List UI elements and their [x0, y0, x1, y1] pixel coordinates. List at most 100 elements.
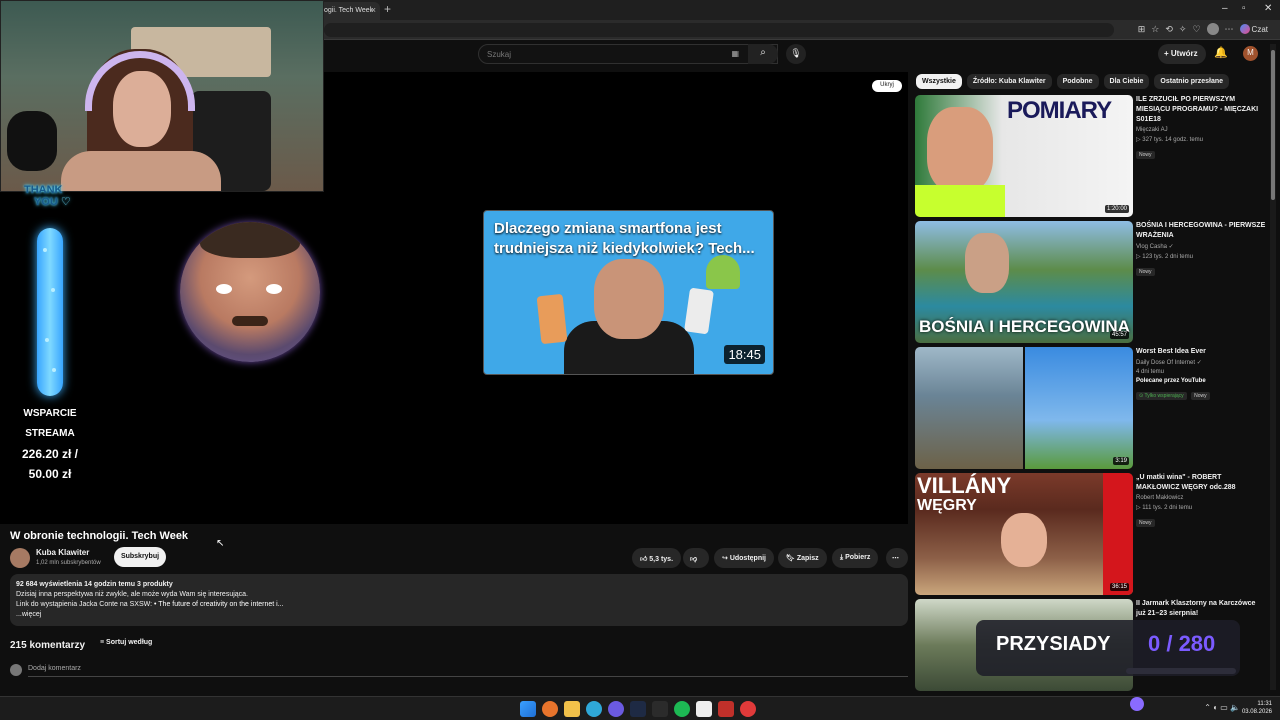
recommendation-title[interactable]: „U matki wina" - ROBERT MAKŁOWICZ WĘGRY …	[1136, 473, 1266, 493]
search-input[interactable]: Szukaj ▦	[478, 44, 778, 64]
minimize-icon[interactable]: –	[1222, 3, 1228, 14]
channel-avatar[interactable]	[10, 548, 30, 568]
recommendation-item[interactable]: VILLÁNY WĘGRY 36:15 „U matki wina" - ROB…	[915, 473, 1270, 595]
duration-badge: 36:15	[1109, 583, 1129, 591]
puzzle-icon[interactable]: ✧	[1179, 24, 1187, 35]
recommendation-meta: ▷ 111 tys. 2 dni temu	[1136, 505, 1193, 511]
download-button[interactable]: ⤓ Pobierz	[832, 548, 879, 568]
chip-similar[interactable]: Podobne	[1056, 74, 1099, 89]
save-button[interactable]: 🔖︎ Zapisz	[778, 548, 827, 568]
recommendation-title[interactable]: II Jarmark Klasztorny na Karczówce już 2…	[1136, 599, 1266, 619]
steam-icon[interactable]	[630, 701, 646, 717]
chip-source[interactable]: Źródło: Kuba Klawiter	[966, 74, 1052, 89]
thumbnail-text: VILLÁNY	[917, 473, 1012, 498]
clock-time: 11:31	[1257, 701, 1272, 707]
chat-label: Czat	[1251, 24, 1268, 34]
description-link[interactable]: • The future of creativity on the intern…	[154, 601, 284, 608]
android-logo	[706, 255, 740, 289]
voice-search-button[interactable]: 🎙	[786, 44, 806, 64]
thumb-right-panel	[1025, 347, 1133, 469]
recommendation-title[interactable]: BOŚNIA I HERCEGOWINA - PIERWSZE WRAŻENIA	[1136, 221, 1266, 241]
profile-avatar[interactable]	[1206, 23, 1219, 35]
keyboard-icon[interactable]: ▦	[731, 49, 739, 58]
menu-icon[interactable]: ⋯	[1225, 24, 1234, 35]
share-button[interactable]: ↪ Udostępnij	[714, 548, 774, 568]
mustache	[232, 316, 268, 326]
windows-taskbar: ⌃ ◐ ▭ 🔈 11:31 03.08.2026	[0, 696, 1280, 720]
obs-icon[interactable]	[740, 701, 756, 717]
recommendation-item[interactable]: POMIARY 1:20:00 ILE ZRZUCIŁ PO PIERWSZYM…	[915, 95, 1270, 217]
clock[interactable]: 11:31 03.08.2026	[1242, 700, 1272, 716]
extension-icon[interactable]: ⟲	[1165, 24, 1173, 35]
recommendation-channel[interactable]: Vlog Casha ✓	[1136, 243, 1266, 250]
description-box[interactable]: 92 684 wyświetlenia 14 godzin temu 3 pro…	[10, 574, 908, 626]
recommendation-channel[interactable]: Robert Makłowicz	[1136, 495, 1266, 501]
discord-icon[interactable]	[608, 701, 624, 717]
add-comment-input[interactable]: Dodaj komentarz	[28, 665, 81, 672]
close-window-icon[interactable]: ✕	[1264, 3, 1272, 14]
calendar-icon[interactable]	[718, 701, 734, 717]
new-tab-button[interactable]: +	[384, 2, 391, 16]
duration-badge: 45:57	[1109, 331, 1129, 339]
show-more-link[interactable]: ...więcej	[16, 610, 902, 620]
new-badge: Nowy	[1191, 392, 1210, 400]
hide-button[interactable]: Ukryj	[872, 80, 902, 92]
system-tray[interactable]: ⌃ ◐ ▭ 🔈	[1204, 703, 1240, 712]
more-actions-button[interactable]: ⋯	[886, 548, 908, 568]
recommendation-item[interactable]: 3:19 Worst Best Idea Ever Daily Dose Of …	[915, 347, 1270, 469]
spotify-icon[interactable]	[674, 701, 690, 717]
scrollbar-thumb[interactable]	[1271, 50, 1275, 200]
close-tab-icon[interactable]: ×	[371, 5, 376, 15]
search-button[interactable]: ⌕	[748, 44, 778, 64]
recommendation-info: ILE ZRZUCIŁ PO PIERWSZYM MIESIĄCU PROGRA…	[1136, 95, 1266, 161]
star-icon[interactable]: ☆	[1151, 24, 1159, 35]
search-placeholder: Szukaj	[487, 50, 512, 59]
description-line: Link do wystąpienia Jacka Conte na SXSW:…	[16, 600, 902, 610]
sort-button[interactable]: ≡ Sortuj według	[100, 639, 152, 646]
chip-for-you[interactable]: Dla Ciebie	[1103, 74, 1150, 89]
subscribe-button[interactable]: Subskrybuj	[114, 547, 166, 567]
description-link-intro: Link do wystąpienia Jacka Conte na SXSW:	[16, 601, 153, 608]
recommendation-title[interactable]: ILE ZRZUCIŁ PO PIERWSZYM MIESIĄCU PROGRA…	[1136, 95, 1266, 125]
thumbnail[interactable]: POMIARY 1:20:00	[915, 95, 1133, 217]
eye	[266, 284, 282, 294]
mic-icon: 🎙	[790, 48, 802, 58]
firefox-icon[interactable]	[542, 701, 558, 717]
bell-icon[interactable]: 🔔	[1214, 46, 1228, 59]
channel-name[interactable]: Kuba Klawiter	[36, 548, 89, 557]
like-button[interactable]: 👍︎ 5,3 tys.	[632, 548, 682, 568]
thumb-face	[965, 233, 1009, 293]
comments-count: 215 komentarzy	[10, 640, 86, 651]
recommendation-channel[interactable]: Mięczaki AJ	[1136, 127, 1266, 133]
edge-icon[interactable]	[586, 701, 602, 717]
browser-tab-active[interactable]: ogii. Tech Week ×	[318, 2, 380, 20]
body	[61, 151, 221, 191]
terminal-icon[interactable]	[652, 701, 668, 717]
recommendation-channel[interactable]: Daily Dose Of Internet ✓	[1136, 359, 1266, 366]
apps-icon[interactable]: ⊞	[1138, 24, 1146, 35]
dislike-button[interactable]: 👎︎	[683, 548, 709, 568]
amount-goal: 50.00 zł	[28, 467, 72, 481]
favorites-icon[interactable]: ♡	[1192, 24, 1200, 35]
recommendation-item[interactable]: BOŚNIA I HERCEGOWINA 45:57 BOŚNIA I HERC…	[915, 221, 1270, 343]
recommendation-meta: 4 dni temu	[1136, 369, 1165, 375]
end-screen-video-card[interactable]: Dlaczego zmiana smartfona jest trudniejs…	[483, 210, 774, 375]
notion-icon[interactable]	[696, 701, 712, 717]
start-icon[interactable]	[520, 701, 536, 717]
chat-button[interactable]: Czat	[1239, 24, 1268, 34]
folder-icon[interactable]	[564, 701, 580, 717]
recommendation-title[interactable]: Worst Best Idea Ever	[1136, 347, 1266, 357]
maximize-icon[interactable]: ▫	[1242, 3, 1246, 14]
chip-all[interactable]: Wszystkie	[916, 74, 962, 89]
thank-you-overlay: THANK YOU ♡	[24, 184, 84, 208]
thumbnail[interactable]: BOŚNIA I HERCEGOWINA 45:57	[915, 221, 1133, 343]
create-button[interactable]: + Utwórz	[1158, 44, 1206, 64]
search-icon: ⌕	[760, 47, 766, 58]
account-avatar[interactable]: M	[1243, 46, 1258, 61]
thumbnail-subtext: WĘGRY	[917, 497, 977, 514]
thumbnail[interactable]: 3:19	[915, 347, 1133, 469]
support-amount: 226.20 zł / 50.00 zł	[10, 444, 90, 484]
chip-recent[interactable]: Ostatnio przesłane	[1154, 74, 1230, 89]
thumbnail[interactable]: VILLÁNY WĘGRY 36:15	[915, 473, 1133, 595]
url-field[interactable]	[324, 23, 1114, 37]
